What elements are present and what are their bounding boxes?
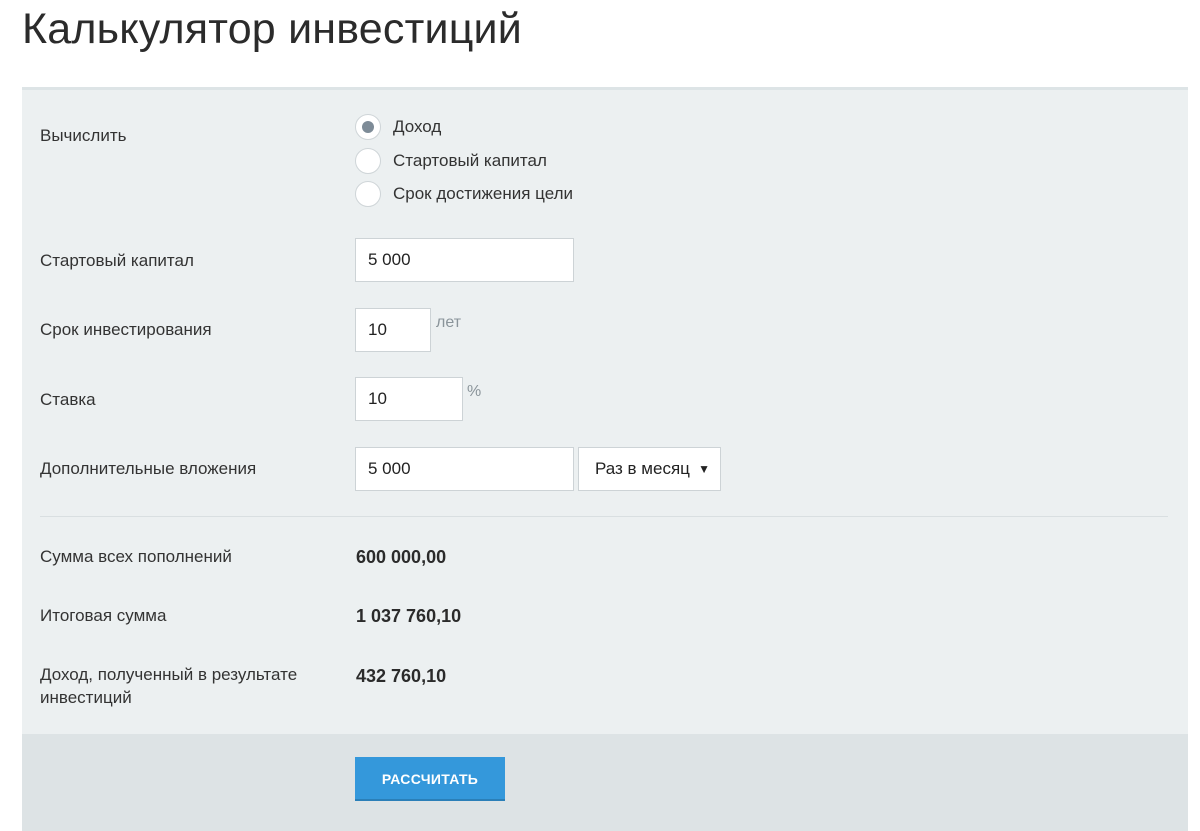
total-deposits-value: 600 000,00	[356, 547, 447, 567]
income-label: Доход, полученный в результате инвестици…	[40, 665, 298, 707]
calculate-button[interactable]: РАССЧИТАТЬ	[355, 757, 505, 801]
final-sum-value: 1 037 760,10	[356, 606, 462, 626]
radio-income[interactable]	[355, 114, 381, 140]
rate-unit: %	[467, 383, 482, 400]
radio-income-label[interactable]: Доход	[393, 117, 441, 137]
final-sum-label: Итоговая сумма	[40, 606, 167, 625]
calculator-panel	[22, 87, 1188, 734]
radio-goal-term-label[interactable]: Срок достижения цели	[393, 184, 573, 204]
term-label: Срок инвестирования	[40, 320, 212, 339]
rate-label: Ставка	[40, 390, 96, 409]
radio-goal-term[interactable]	[355, 181, 381, 207]
term-unit: лет	[436, 314, 462, 331]
rate-input[interactable]	[355, 377, 463, 421]
caret-down-icon: ▼	[698, 462, 710, 476]
radio-start-capital-label[interactable]: Стартовый капитал	[393, 151, 547, 171]
page-title: Калькулятор инвестиций	[22, 5, 522, 53]
radio-start-capital[interactable]	[355, 148, 381, 174]
radio-option-goal-term[interactable]: Срок достижения цели	[355, 179, 573, 209]
frequency-select-value: Раз в месяц	[595, 459, 690, 478]
additional-label: Дополнительные вложения	[40, 459, 257, 478]
term-input[interactable]	[355, 308, 431, 352]
divider	[40, 516, 1168, 517]
frequency-select[interactable]: Раз в месяц ▼	[578, 447, 721, 491]
additional-input[interactable]	[355, 447, 574, 491]
radio-option-income[interactable]: Доход	[355, 112, 441, 142]
compute-label: Вычислить	[40, 126, 127, 145]
income-value: 432 760,10	[356, 666, 447, 686]
start-capital-label: Стартовый капитал	[40, 251, 194, 270]
footer-bar	[22, 734, 1188, 831]
total-deposits-label: Сумма всех пополнений	[40, 547, 232, 566]
start-capital-input[interactable]	[355, 238, 574, 282]
radio-option-start-capital[interactable]: Стартовый капитал	[355, 146, 547, 176]
